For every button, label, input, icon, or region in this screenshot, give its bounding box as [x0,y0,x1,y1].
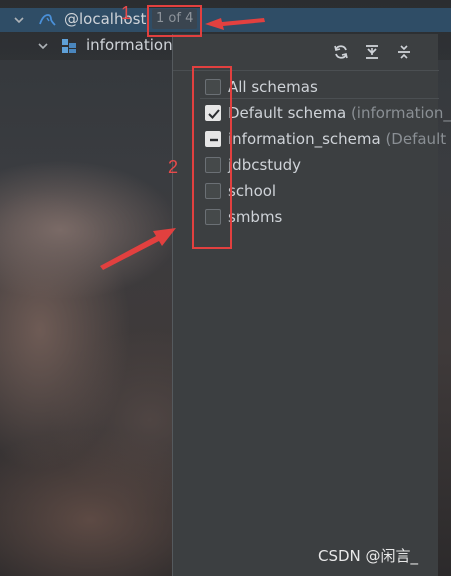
mysql-datasource-icon [38,12,56,32]
schema-item-label: school [228,182,277,200]
collapse-all-icon[interactable] [394,42,414,62]
schema-item-label: All schemas [228,78,318,96]
annotation-box-2 [192,66,232,249]
list-separator [200,98,439,99]
schema-hint: (Default [380,130,447,148]
annotation-number-1: 1 [121,3,132,23]
datasource-label: @localhost [64,10,147,28]
popup-toolbar [173,34,439,70]
annotation-box-1 [147,5,202,37]
schema-item-label: Default schema (information_ [228,104,451,122]
schema-item-label: information_schema (Default [228,130,446,148]
schema-item-label: smbms [228,208,283,226]
expand-all-icon[interactable] [362,42,382,62]
refresh-icon[interactable] [331,42,351,62]
schema-label: information [86,36,173,54]
schema-hint: (information_ [346,104,451,122]
watermark: CSDN @闲言_ [318,547,419,565]
annotation-number-2: 2 [168,157,179,177]
schema-name: information_schema [228,130,381,148]
schema-item-label: jdbcstudy [228,156,302,174]
tree-row-localhost[interactable]: @localhost 1 of 4 [0,8,451,32]
chevron-down-icon[interactable] [14,15,24,25]
schema-name: Default schema [228,104,347,122]
chevron-down-icon[interactable] [38,41,48,51]
schema-icon [61,38,77,58]
